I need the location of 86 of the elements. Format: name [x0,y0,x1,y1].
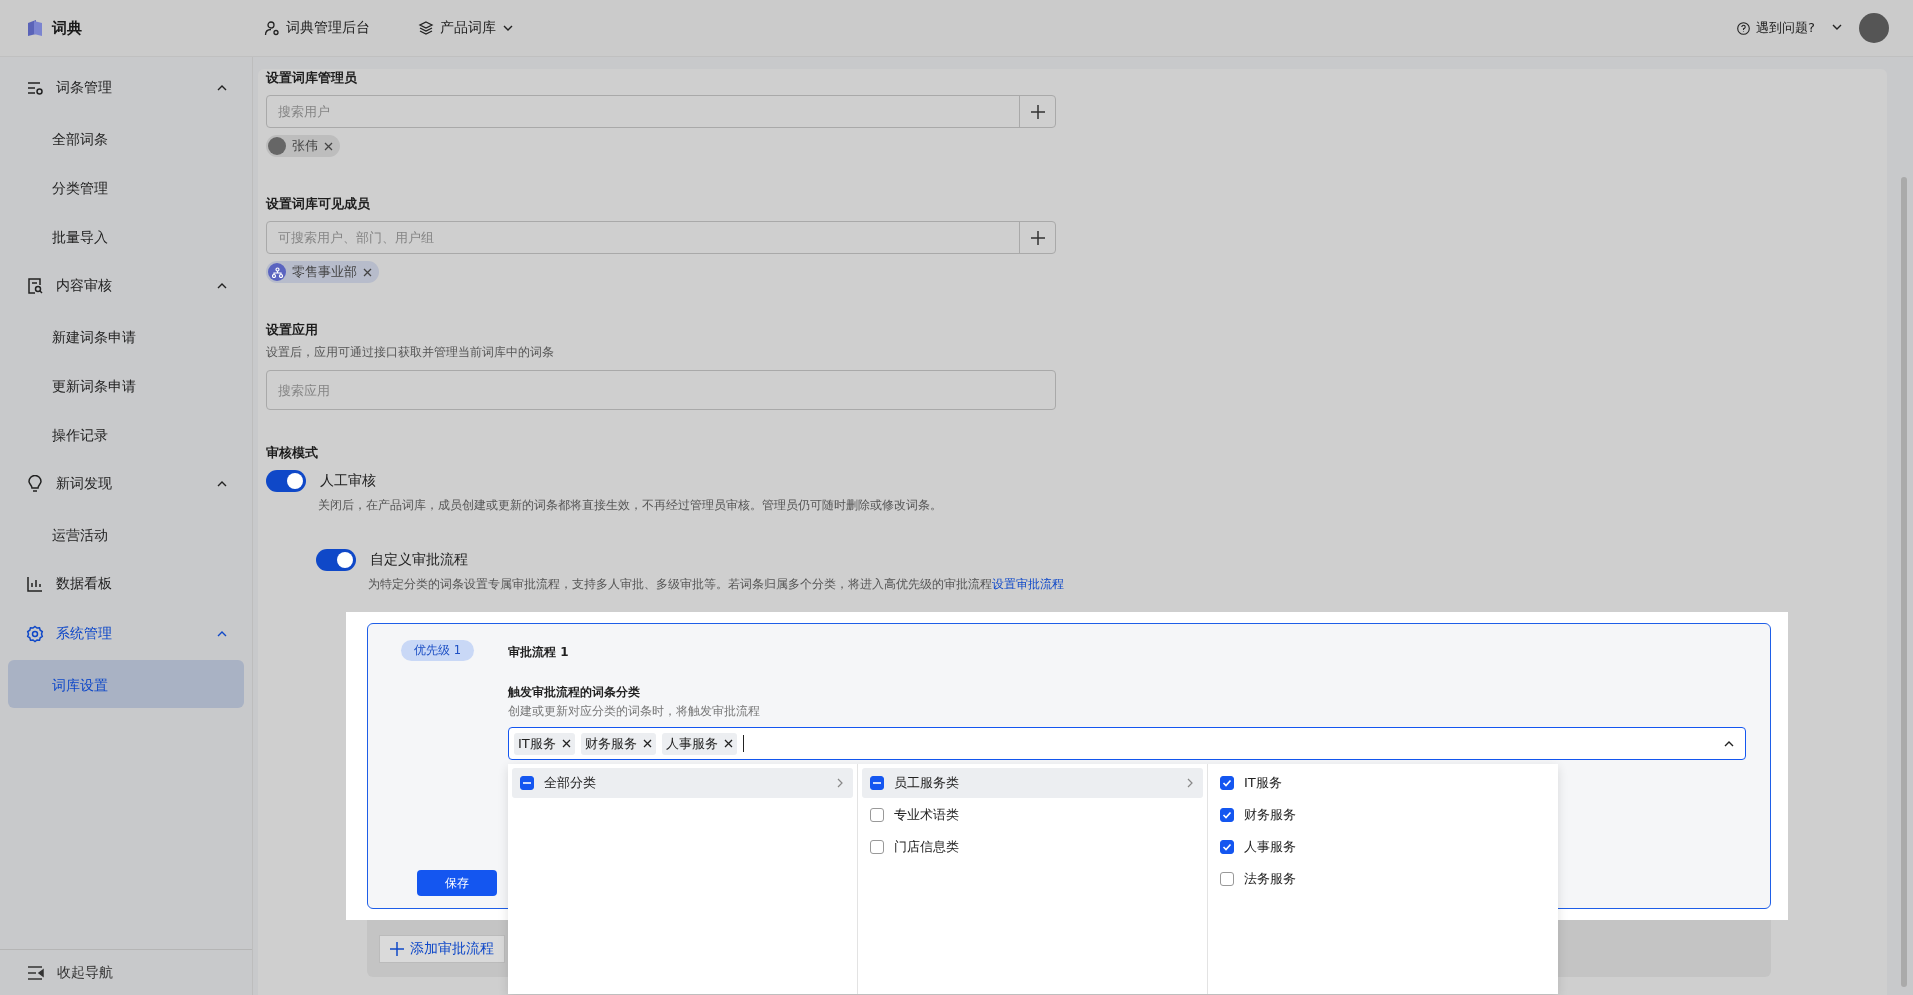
category-option[interactable]: 全部分类 [512,768,853,798]
category-tag: IT服务 [514,732,575,755]
checkbox[interactable] [1220,872,1234,886]
plus-icon [390,941,404,956]
toggle-label: 人工审核 [320,472,376,490]
layers-icon [418,20,434,36]
library-dropdown[interactable]: 产品词库 [418,19,514,37]
field-label: 设置词库可见成员 [266,195,371,213]
sidebar-item[interactable]: 新建词条申请 [8,312,244,360]
collapse-nav-button[interactable]: 收起导航 [0,949,252,995]
checkbox[interactable] [1220,808,1234,822]
category-option[interactable]: 法务服务 [1212,864,1554,894]
category-option[interactable]: 门店信息类 [862,832,1203,862]
admin-console-link[interactable]: 词典管理后台 [264,19,370,37]
document-search-icon [26,277,44,295]
sidebar-item[interactable]: 运营活动 [8,510,244,558]
checkbox[interactable] [520,776,534,790]
close-icon[interactable] [723,739,733,748]
field-description: 设置后，应用可通过接口获取并管理当前词库中的词条 [266,345,555,360]
user-tag: 张伟 [266,135,340,157]
chevron-right-icon [835,778,845,788]
sidebar-group[interactable]: 词条管理 [0,63,252,113]
field-label: 触发审批流程的词条分类 [508,685,641,700]
priority-badge: 优先级 1 [401,640,474,661]
save-button[interactable]: 保存 [417,870,497,896]
category-option[interactable]: 人事服务 [1212,832,1554,862]
checkmark-icon [1222,810,1232,820]
checkmark-icon [1222,842,1232,852]
list-gear-icon [26,79,44,97]
flow-title: 审批流程 1 [508,644,570,661]
sidebar-item[interactable]: 分类管理 [8,163,244,211]
minus-icon [873,779,881,787]
checkmark-icon [1222,778,1232,788]
checkbox[interactable] [870,776,884,790]
field-label: 审核模式 [266,444,319,462]
toggle-switch[interactable] [266,470,306,492]
user-settings-icon [264,20,280,36]
close-icon[interactable] [561,739,571,748]
toggle-description: 为特定分类的词条设置专属审批流程，支持多人审批、多级审批等。若词条归属多个分类，将进入高优先级的审批流程设置审批流程 [368,577,1065,592]
sidebar-group[interactable]: 系统管理 [0,609,252,659]
plus-icon [1030,104,1045,119]
toggle-label: 自定义审批流程 [370,551,468,569]
field-label: 设置词库管理员 [266,69,358,87]
category-option[interactable]: 员工服务类 [862,768,1203,798]
chevron-right-icon [1185,778,1195,788]
sidebar-item[interactable]: 词库设置 [8,660,244,708]
checkbox[interactable] [870,808,884,822]
avatar-icon [268,137,286,155]
close-icon[interactable] [642,739,652,748]
toggle-switch[interactable] [316,549,356,571]
category-option[interactable]: IT服务 [1212,768,1554,798]
sidebar-item[interactable]: 批量导入 [8,212,244,260]
help-icon [1737,21,1751,35]
avatar-icon[interactable] [1859,13,1889,43]
category-tag: 财务服务 [580,732,656,755]
toggle-description: 关闭后，在产品词库，成员创建或更新的词条都将直接生效，不再经过管理员审核。管理员仍可随时删除或修改词条。 [318,498,943,513]
plus-icon [1030,230,1045,245]
logo-icon [26,19,44,37]
app-search-field[interactable]: 搜索应用 [266,370,1056,410]
add-flow-button[interactable]: 添加审批流程 [379,934,505,963]
sidebar-item[interactable]: 操作记录 [8,410,244,458]
sidebar-group[interactable]: 数据看板 [0,559,252,609]
field-label: 设置应用 [266,321,319,339]
checkbox[interactable] [870,840,884,854]
bar-chart-icon [26,575,44,593]
category-option[interactable]: 财务服务 [1212,800,1554,830]
lightbulb-icon [26,475,44,493]
setup-flow-link[interactable]: 设置审批流程 [992,577,1064,591]
sidebar-item[interactable]: 全部词条 [8,114,244,162]
org-icon [268,263,286,281]
minus-icon [523,779,531,787]
sidebar-group[interactable]: 新词发现 [0,459,252,509]
checkbox[interactable] [1220,840,1234,854]
settings-icon [26,625,44,643]
checkbox[interactable] [1220,776,1234,790]
sidebar-item[interactable]: 更新词条申请 [8,361,244,409]
category-select[interactable]: IT服务 财务服务 人事服务 [508,727,1746,760]
app-name: 词典 [52,18,82,38]
collapse-icon [27,964,45,981]
scrollbar[interactable] [1901,177,1907,987]
category-option[interactable]: 专业术语类 [862,800,1203,830]
sidebar-group[interactable]: 内容审核 [0,261,252,311]
field-hint: 创建或更新对应分类的词条时，将触发审批流程 [508,704,761,719]
category-tag: 人事服务 [661,732,737,755]
help-button[interactable]: 遇到问题? [1737,19,1843,37]
department-tag: 零售事业部 [266,261,379,283]
